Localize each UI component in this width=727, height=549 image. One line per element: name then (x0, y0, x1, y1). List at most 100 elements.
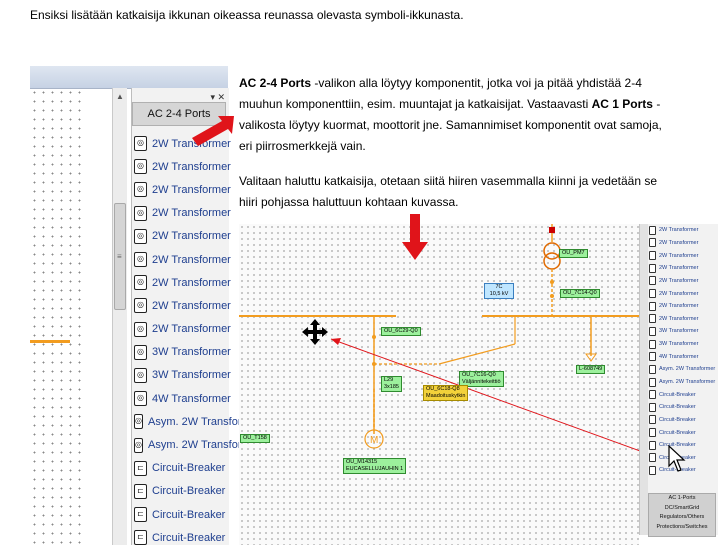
label-7c14[interactable]: OU_7C14-Q0 (560, 289, 600, 298)
breaker-icon (649, 402, 656, 412)
symbol-item[interactable]: ◎ 2W Transformer (134, 294, 244, 317)
transformer-icon: ◎ (134, 136, 147, 152)
small-symbol-item[interactable]: 2W Transformer (649, 312, 718, 325)
symbol-item-label: 2W Transformer (152, 299, 231, 312)
small-symbol-item[interactable]: 4W Transformer (649, 350, 718, 363)
paragraph-drag-instructions: Valitaan haluttu katkaisija, otetaan sii… (239, 174, 658, 209)
canvas-grid-fragment (30, 88, 86, 545)
label-6c29[interactable]: OU_6C29-Q0 (381, 327, 421, 336)
small-symbol-item-label: Asym. 2W Transformer (659, 379, 716, 385)
small-symbol-item[interactable]: Circuit-Breaker (649, 426, 718, 439)
symbol-item[interactable]: ◎ 2W Transformer (134, 318, 244, 341)
transformer-icon (649, 314, 656, 324)
small-symbol-item[interactable]: Circuit-Breaker (649, 388, 718, 401)
label-pm7[interactable]: OU_PM7 (559, 249, 588, 258)
small-symbol-item[interactable]: 2W Transformer (649, 275, 718, 288)
grip-icon: ≡ (117, 252, 122, 261)
transformer-icon (649, 326, 656, 336)
label-l29-name: L29 (384, 377, 394, 383)
symbol-item[interactable]: ◎ 3W Transformer (134, 341, 244, 364)
breaker-icon (649, 440, 656, 450)
symbol-item[interactable]: ◎ 2W Transformer (134, 271, 244, 294)
small-symbol-item[interactable]: Asym. 2W Transformer (649, 363, 718, 376)
small-symbol-item[interactable]: 2W Transformer (649, 224, 718, 237)
label-load[interactable]: L-608749 (576, 365, 606, 374)
busbar-fragment (30, 340, 70, 343)
category-tab[interactable]: DC/SmartGrid (649, 504, 715, 514)
small-symbol-item[interactable]: 2W Transformer (649, 237, 718, 250)
small-symbol-item-label: Circuit-Breaker (659, 404, 696, 411)
small-symbol-item[interactable]: 2W Transformer (649, 262, 718, 275)
breaker-icon: ⊏ (134, 530, 147, 546)
symbol-item[interactable]: ◎ 2W Transformer (134, 202, 244, 225)
small-panel-scrollbar[interactable] (640, 224, 648, 535)
symbol-item[interactable]: ⊏ Circuit-Breaker (134, 503, 244, 526)
transformer-icon (649, 251, 656, 261)
transformer-icon (649, 289, 656, 299)
symbol-item[interactable]: ◎ Asym. 2W Transformer (134, 433, 260, 456)
small-symbol-item-label: 2W Transformer (659, 315, 699, 322)
small-symbol-item[interactable]: Asym. 2W Transformer (649, 376, 718, 389)
bus-voltage: 10,5 kV (489, 291, 509, 297)
label-m4315[interactable]: OU_M14315 EUCASELLUJAUHIN 1 (343, 458, 407, 474)
symbol-item[interactable]: ⊏ Circuit-Breaker (134, 480, 244, 503)
breaker-icon (649, 415, 656, 425)
symbol-item[interactable]: ⊏ Circuit-Breaker (134, 526, 244, 549)
transformer-icon (649, 377, 656, 387)
small-symbol-item[interactable]: Circuit-Breaker (649, 414, 718, 427)
small-symbol-item[interactable]: 2W Transformer (649, 300, 718, 313)
small-symbol-item-label: 3W Transformer (659, 341, 699, 348)
scroll-thumb[interactable]: ≡ (114, 203, 126, 310)
symbol-item[interactable]: ◎ 2W Transformer (134, 225, 244, 248)
symbol-item[interactable]: ◎ 2W Transformer (134, 248, 244, 271)
category-tab[interactable]: Protections/Switches (649, 523, 715, 533)
label-t158[interactable]: OU_T158 (240, 434, 270, 443)
symbol-item-label: Circuit-Breaker (152, 485, 226, 498)
transformer-icon (649, 276, 656, 286)
symbol-item-label: 3W Transformer (152, 369, 231, 382)
small-symbol-item-label: 2W Transformer (659, 252, 699, 259)
category-tab[interactable]: Regulators/Others (649, 513, 715, 523)
symbol-item-label: Circuit-Breaker (152, 508, 226, 521)
panel-title-bar (30, 66, 228, 89)
transformer-icon: ◎ (134, 367, 147, 383)
label-6c18[interactable]: OU_6C18-Q8 Maadoituskytkin (423, 385, 469, 401)
scroll-up-icon[interactable]: ▲ (116, 92, 124, 101)
breaker-icon (649, 390, 656, 400)
small-symbol-item[interactable]: Circuit-Breaker (649, 401, 718, 414)
symbol-item-label: 2W Transformer (152, 253, 231, 266)
symbol-item[interactable]: ◎ Asym. 2W Transformer (134, 410, 260, 433)
mouse-cursor-icon (668, 444, 686, 472)
breaker-icon: ⊏ (134, 507, 147, 523)
symbol-item-label: Circuit-Breaker (152, 531, 226, 544)
panel-scrollbar[interactable]: ▲ ≡ (112, 88, 127, 545)
small-symbol-item[interactable]: 3W Transformer (649, 338, 718, 351)
symbol-item[interactable]: ⊏ Circuit-Breaker (134, 457, 244, 480)
small-symbol-item[interactable]: 2W Transformer (649, 287, 718, 300)
symbol-item[interactable]: ◎ 4W Transformer (134, 387, 244, 410)
transformer-icon: ◎ (134, 391, 147, 407)
small-symbol-item[interactable]: 2W Transformer (649, 249, 718, 262)
label-l29[interactable]: L29 3x185 (381, 376, 402, 392)
breaker-icon (649, 428, 656, 438)
symbol-list: ▾ ✕ AC 2-4 Ports ◎ 2W Transformer ◎ 2W Tran… (131, 88, 260, 546)
small-symbol-item-label: 4W Transformer (659, 353, 699, 360)
category-tab[interactable]: AC 1-Ports (649, 494, 715, 504)
symbol-item[interactable]: ◎ 2W Transformer (134, 155, 244, 178)
ac1-ports-term: AC 1 Ports (591, 97, 653, 111)
ac24-ports-term: AC 2-4 Ports (239, 76, 312, 90)
label-m4315-desc: EUCASELLUJAUHIN 1 (346, 466, 404, 472)
single-line-diagram-canvas[interactable]: M OU_PM7 7C 10,5 kV OU_7C14-Q0 OU_6C29-Q… (239, 224, 639, 545)
symbol-item-label: 2W Transformer (152, 276, 231, 289)
symbol-item-label: 2W Transformer (152, 230, 231, 243)
symbol-category-tabs: AC 1-Ports DC/SmartGrid Regulators/Others P… (648, 493, 716, 537)
transformer-icon: ◎ (134, 321, 147, 337)
small-symbol-item[interactable]: 3W Transformer (649, 325, 718, 338)
symbol-item[interactable]: ◎ 3W Transformer (134, 364, 244, 387)
symbol-item[interactable]: ◎ 2W Transformer (134, 178, 244, 201)
label-6c18-desc: Maadoituskytkin (426, 393, 466, 399)
small-symbol-item-label: 2W Transformer (659, 290, 699, 297)
symbol-items: ◎ 2W Transformer ◎ 2W Transformer ◎ 2W Transf… (134, 132, 260, 549)
label-6c18-name: OU_6C18-Q8 (426, 386, 460, 392)
bus-7c-label[interactable]: 7C 10,5 kV (484, 283, 514, 299)
